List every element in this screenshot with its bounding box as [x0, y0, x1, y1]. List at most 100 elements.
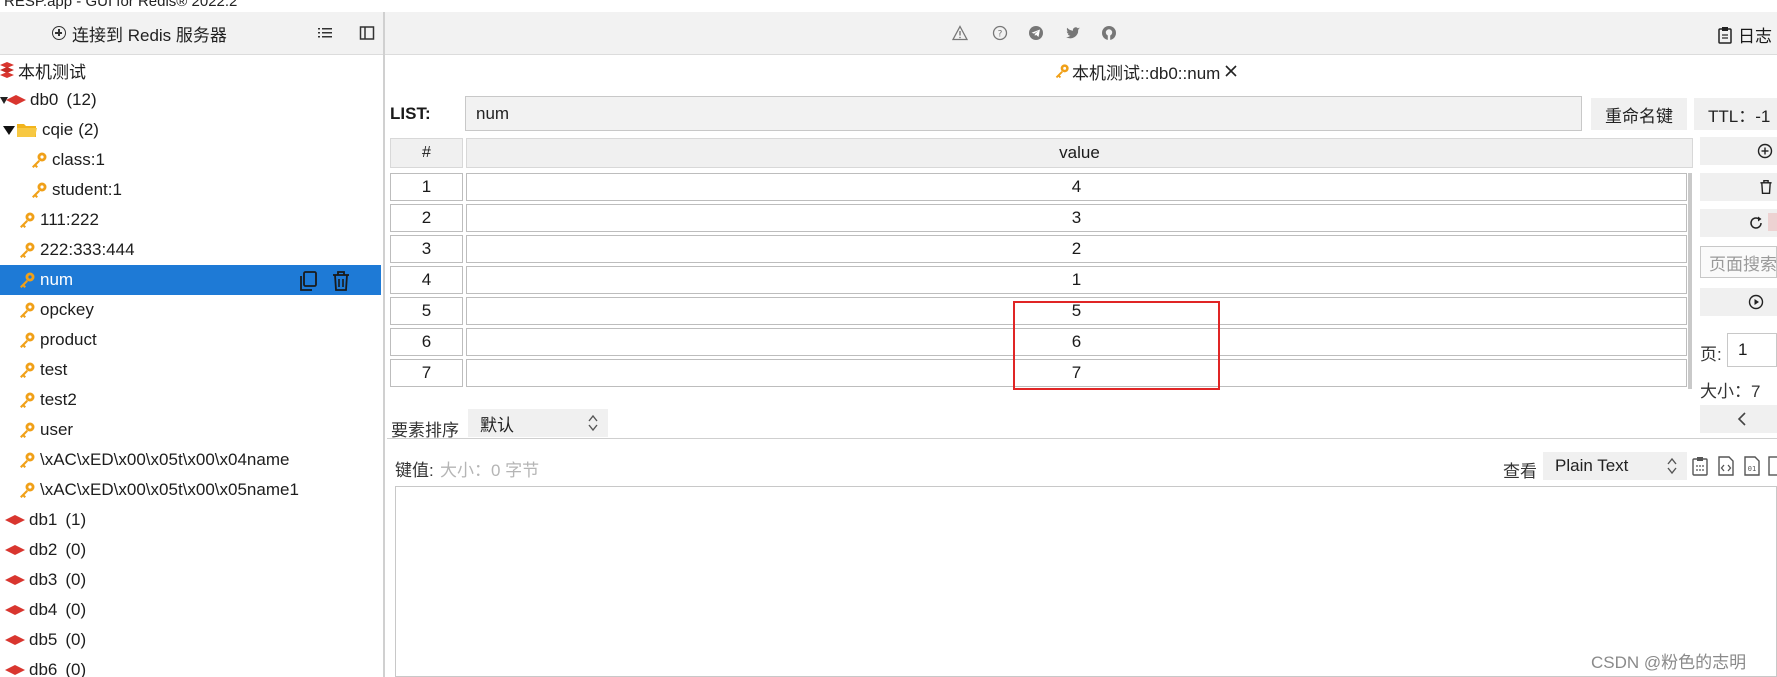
- table-cell-index[interactable]: 1: [390, 173, 463, 201]
- save-value-icon[interactable]: [1768, 456, 1777, 476]
- folder-name: cqie: [42, 120, 74, 139]
- tab-label: 本机测试::db0::num: [1072, 63, 1221, 83]
- tree-key-222-333-444[interactable]: 222:333:444: [0, 235, 381, 265]
- view-mode-select[interactable]: Plain Text: [1543, 452, 1687, 480]
- rename-key-button[interactable]: 重命名键: [1591, 98, 1687, 130]
- telegram-icon[interactable]: [1028, 25, 1044, 41]
- log-label: 日志: [1738, 27, 1772, 46]
- page-label: 页:: [1700, 345, 1722, 364]
- db-name: db1: [29, 510, 58, 529]
- database-icon: [6, 95, 26, 105]
- delete-icon[interactable]: [331, 270, 351, 292]
- tree-connection[interactable]: 本机测试: [0, 55, 381, 85]
- binary-file-icon[interactable]: 01: [1743, 456, 1761, 476]
- table-cell-index[interactable]: 4: [390, 266, 463, 294]
- expand-arrow-icon[interactable]: [3, 124, 15, 136]
- tree-key-class-1[interactable]: class:1: [0, 145, 381, 175]
- tree-key-test[interactable]: test: [0, 355, 381, 385]
- chevron-left-icon: [1737, 412, 1746, 426]
- tree-key-opckey[interactable]: opckey: [0, 295, 381, 325]
- copy-icon[interactable]: [297, 270, 319, 292]
- tree-key-111-222[interactable]: 111:222: [0, 205, 381, 235]
- tree-db4[interactable]: db4 (0): [0, 595, 381, 625]
- tree-key-user[interactable]: user: [0, 415, 381, 445]
- key-name: student:1: [52, 180, 122, 199]
- tree-key-num-selected[interactable]: num: [0, 265, 381, 295]
- add-circle-icon: [52, 26, 66, 40]
- key-name-field[interactable]: num: [465, 96, 1582, 131]
- page-number-input[interactable]: 1: [1727, 333, 1777, 367]
- table-cell-value[interactable]: 3: [466, 204, 1687, 232]
- table-cell-index[interactable]: 2: [390, 204, 463, 232]
- table-cell-index[interactable]: 6: [390, 328, 463, 356]
- key-name: \xAC\xED\x00\x05t\x00\x04name: [40, 450, 290, 469]
- annotation-highlight-box: [1013, 301, 1220, 390]
- svg-text:?: ?: [998, 30, 1003, 40]
- log-button[interactable]: 日志: [1718, 22, 1772, 47]
- play-circle-icon: [1748, 294, 1764, 310]
- key-name: test: [40, 360, 68, 379]
- refresh-icon: [1750, 216, 1762, 229]
- tree-key-name1[interactable]: \xAC\xED\x00\x05t\x00\x05name1: [0, 475, 381, 505]
- column-header-value[interactable]: value: [466, 138, 1693, 168]
- list-icon[interactable]: [317, 25, 333, 41]
- key-name: \xAC\xED\x00\x05t\x00\x05name1: [40, 480, 299, 499]
- table-cell-value[interactable]: 1: [466, 266, 1687, 294]
- github-icon[interactable]: [1101, 25, 1117, 41]
- tab-key-num[interactable]: 本机测试::db0::num: [1054, 58, 1238, 84]
- tree-db6[interactable]: db6 (0): [0, 655, 381, 677]
- page-search-input[interactable]: 页面搜索: [1700, 246, 1777, 278]
- key-icon: [20, 422, 35, 438]
- format-code-icon[interactable]: [1717, 456, 1735, 476]
- tree-db1[interactable]: db1 (1): [0, 505, 381, 535]
- table-cell-index[interactable]: 3: [390, 235, 463, 263]
- tree-key-name[interactable]: \xAC\xED\x00\x05t\x00\x04name: [0, 445, 381, 475]
- db-name: db5: [29, 630, 58, 649]
- database-icon: [5, 515, 25, 525]
- tree-key-test2[interactable]: test2: [0, 385, 381, 415]
- view-mode-label: 查看: [1503, 462, 1537, 481]
- key-name: product: [40, 330, 97, 349]
- column-header-index[interactable]: #: [390, 138, 463, 168]
- twitter-icon[interactable]: [1065, 25, 1081, 41]
- value-size: 大小：0 字节: [440, 461, 540, 480]
- key-icon: [20, 482, 35, 498]
- prev-page-button[interactable]: [1700, 405, 1777, 433]
- database-icon: [5, 665, 25, 675]
- table-cell-value[interactable]: 4: [466, 173, 1687, 201]
- updown-chevron-icon: [588, 414, 598, 432]
- tree-db3[interactable]: db3 (0): [0, 565, 381, 595]
- add-row-button[interactable]: [1700, 137, 1777, 165]
- connection-name: 本机测试: [18, 62, 86, 82]
- database-icon: [5, 545, 25, 555]
- help-icon[interactable]: ?: [992, 25, 1008, 41]
- db-count: (0): [65, 600, 87, 619]
- split-panel-icon[interactable]: [359, 25, 375, 41]
- tree-db5[interactable]: db5 (0): [0, 625, 381, 655]
- run-filter-button[interactable]: [1700, 288, 1777, 316]
- copy-value-icon[interactable]: [1691, 456, 1709, 476]
- connect-server-label: 连接到 Redis 服务器: [72, 25, 227, 45]
- panel-splitter[interactable]: [383, 12, 385, 677]
- tree-db0[interactable]: db0 (12): [0, 85, 381, 115]
- svg-text:01: 01: [1748, 465, 1756, 473]
- reload-button[interactable]: [1700, 209, 1777, 237]
- table-cell-value[interactable]: 2: [466, 235, 1687, 263]
- warning-icon[interactable]: [952, 25, 968, 41]
- tree-key-product[interactable]: product: [0, 325, 381, 355]
- tree-key-student-1[interactable]: student:1: [0, 175, 381, 205]
- table-cell-index[interactable]: 7: [390, 359, 463, 387]
- tree-folder-cqie[interactable]: cqie (2): [0, 115, 381, 145]
- key-name: class:1: [52, 150, 105, 169]
- ttl-button[interactable]: TTL：-1: [1694, 98, 1777, 130]
- close-icon[interactable]: [1224, 64, 1238, 78]
- table-scrollbar[interactable]: [1688, 173, 1692, 389]
- delete-row-button[interactable]: [1700, 173, 1777, 201]
- table-cell-index[interactable]: 5: [390, 297, 463, 325]
- connect-server-button[interactable]: 连接到 Redis 服务器: [52, 20, 227, 46]
- sort-select[interactable]: 默认: [468, 409, 608, 437]
- divider: [387, 438, 1777, 439]
- value-editor[interactable]: [395, 486, 1777, 677]
- tree-db2[interactable]: db2 (0): [0, 535, 381, 565]
- database-icon: [5, 605, 25, 615]
